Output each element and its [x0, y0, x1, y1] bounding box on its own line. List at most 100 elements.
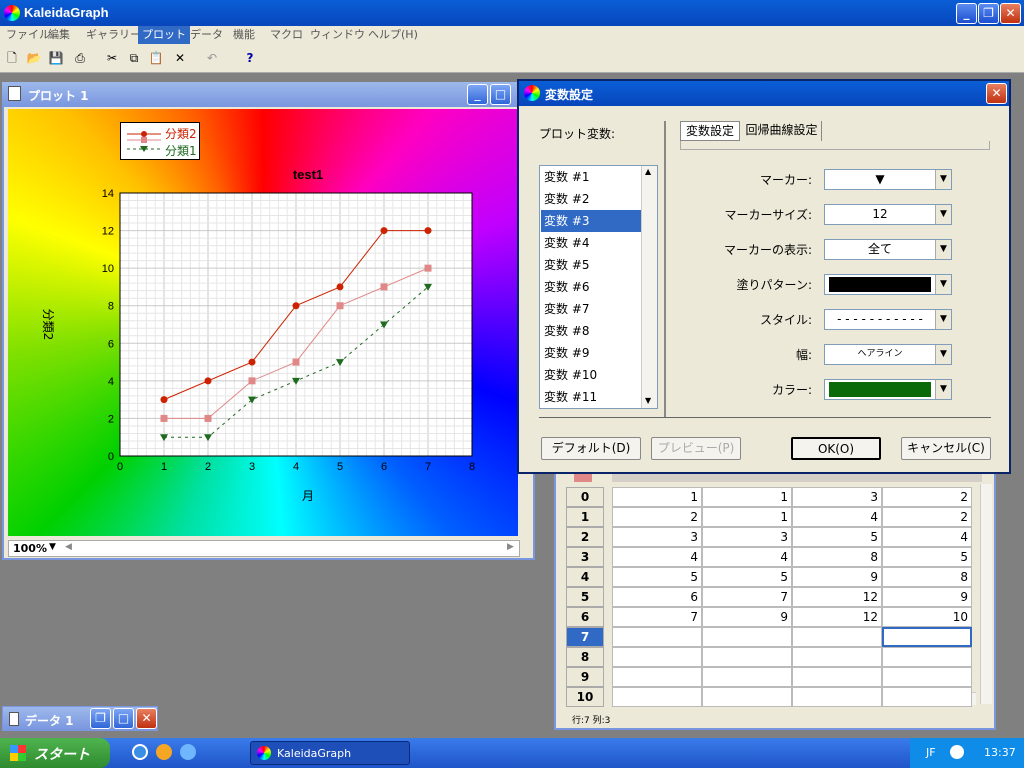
menu-gallery[interactable]: ギャラリー — [82, 26, 145, 44]
zoom-dropdown-icon[interactable]: ▼ — [49, 542, 56, 552]
tab-regression-settings[interactable]: 回帰曲線設定 — [742, 121, 822, 141]
marker-size-select[interactable]: 12 ▼ — [824, 204, 952, 225]
variable-item[interactable]: 変数 #9 — [541, 342, 641, 364]
table-cell[interactable] — [612, 627, 702, 647]
default-button[interactable]: デフォルト(D) — [541, 437, 641, 460]
chevron-down-icon[interactable]: ▼ — [935, 240, 951, 259]
variable-item[interactable]: 変数 #4 — [541, 232, 641, 254]
taskbar-app-button[interactable]: KaleidaGraph — [250, 741, 410, 765]
color-select[interactable]: ▼ — [824, 379, 952, 400]
cancel-button[interactable]: キャンセル(C) — [901, 437, 991, 460]
table-cell[interactable] — [792, 687, 882, 707]
table-cell[interactable] — [612, 687, 702, 707]
variable-item[interactable]: 変数 #10 — [541, 364, 641, 386]
row-header[interactable]: 3 — [566, 547, 604, 567]
scroll-left-icon[interactable]: ◀ — [65, 542, 72, 552]
table-cell[interactable]: 9 — [702, 607, 792, 627]
table-cell[interactable]: 5 — [702, 567, 792, 587]
table-cell[interactable] — [792, 667, 882, 687]
menu-edit[interactable]: 編集 — [44, 26, 74, 44]
variable-item[interactable]: 変数 #7 — [541, 298, 641, 320]
chevron-down-icon[interactable]: ▼ — [935, 310, 951, 329]
table-cell[interactable]: 7 — [612, 607, 702, 627]
plot-maximize-button[interactable]: □ — [490, 84, 511, 105]
table-cell[interactable]: 8 — [882, 567, 972, 587]
print-icon[interactable]: ⎙ — [70, 48, 90, 68]
table-cell[interactable]: 1 — [612, 487, 702, 507]
row-header[interactable]: 2 — [566, 527, 604, 547]
table-cell[interactable] — [882, 667, 972, 687]
marker-select[interactable]: ▼ ▼ — [824, 169, 952, 190]
data-close-button[interactable]: ✕ — [136, 708, 157, 729]
row-header[interactable]: 1 — [566, 507, 604, 527]
chevron-down-icon[interactable]: ▼ — [935, 275, 951, 294]
row-header[interactable]: 8 — [566, 647, 604, 667]
table-cell[interactable] — [882, 627, 972, 647]
restore-button[interactable]: ❐ — [978, 3, 999, 24]
table-cell[interactable]: 4 — [792, 507, 882, 527]
plot-minimize-button[interactable]: _ — [467, 84, 488, 105]
table-cell[interactable]: 5 — [792, 527, 882, 547]
scroll-right-icon[interactable]: ▶ — [507, 542, 514, 552]
row-header[interactable]: 5 — [566, 587, 604, 607]
quicklaunch-ie-icon[interactable] — [132, 744, 148, 760]
chevron-down-icon[interactable]: ▼ — [935, 380, 951, 399]
table-cell[interactable]: 5 — [612, 567, 702, 587]
table-cell[interactable] — [792, 647, 882, 667]
table-cell[interactable]: 1 — [702, 507, 792, 527]
table-cell[interactable]: 9 — [882, 587, 972, 607]
table-cell[interactable] — [702, 667, 792, 687]
variable-item[interactable]: 変数 #5 — [541, 254, 641, 276]
row-header[interactable]: 4 — [566, 567, 604, 587]
table-cell[interactable]: 10 — [882, 607, 972, 627]
table-cell[interactable] — [702, 687, 792, 707]
table-cell[interactable] — [702, 627, 792, 647]
table-cell[interactable] — [882, 647, 972, 667]
table-cell[interactable]: 5 — [882, 547, 972, 567]
table-cell[interactable]: 3 — [612, 527, 702, 547]
tray-help-icon[interactable] — [950, 745, 964, 759]
paste-icon[interactable]: 📋 — [146, 48, 166, 68]
table-cell[interactable] — [612, 667, 702, 687]
open-icon[interactable]: 📂 — [24, 48, 44, 68]
save-icon[interactable]: 💾 — [46, 48, 66, 68]
copy-icon[interactable]: ⧉ — [124, 48, 144, 68]
table-cell[interactable]: 1 — [702, 487, 792, 507]
table-cell[interactable]: 3 — [792, 487, 882, 507]
width-select[interactable]: ヘアライン ▼ — [824, 344, 952, 365]
table-cell[interactable] — [882, 687, 972, 707]
quicklaunch-browser-icon[interactable] — [180, 744, 196, 760]
data-window-minimized[interactable]: データ 1 ❐ □ ✕ — [2, 706, 158, 731]
chevron-down-icon[interactable]: ▼ — [935, 205, 951, 224]
delete-icon[interactable]: ✕ — [170, 48, 190, 68]
zoom-level[interactable]: 100% — [13, 542, 47, 555]
table-cell[interactable]: 2 — [612, 507, 702, 527]
data-restore-button[interactable]: ❐ — [90, 708, 111, 729]
table-cell[interactable] — [702, 647, 792, 667]
table-cell[interactable] — [792, 627, 882, 647]
data-maximize-button[interactable]: □ — [113, 708, 134, 729]
fill-pattern-select[interactable]: ▼ — [824, 274, 952, 295]
undo-icon[interactable]: ↶ — [202, 48, 222, 68]
chevron-down-icon[interactable]: ▼ — [935, 170, 951, 189]
preview-button[interactable]: プレビュー(P) — [651, 437, 741, 460]
table-cell[interactable]: 4 — [702, 547, 792, 567]
table-cell[interactable]: 6 — [612, 587, 702, 607]
table-cell[interactable]: 2 — [882, 507, 972, 527]
quicklaunch-media-icon[interactable] — [156, 744, 172, 760]
row-header[interactable]: 7 — [566, 627, 604, 647]
variable-item[interactable]: 変数 #8 — [541, 320, 641, 342]
start-button[interactable]: スタート — [0, 738, 110, 768]
variable-item[interactable]: 変数 #2 — [541, 188, 641, 210]
new-icon[interactable]: 🗋 — [2, 48, 22, 68]
menu-window[interactable]: ウィンドウ — [306, 26, 369, 44]
cut-icon[interactable]: ✂ — [102, 48, 122, 68]
language-indicator[interactable]: JF — [926, 746, 936, 759]
ok-button[interactable]: OK(O) — [791, 437, 881, 460]
table-cell[interactable]: 4 — [612, 547, 702, 567]
table-cell[interactable]: 4 — [882, 527, 972, 547]
variable-list[interactable]: 変数 #1 変数 #2 変数 #3 変数 #4 変数 #5 変数 #6 変数 #7 変数 #8… — [539, 165, 658, 409]
variable-item[interactable]: 変数 #6 — [541, 276, 641, 298]
table-cell[interactable]: 3 — [702, 527, 792, 547]
variable-item[interactable]: 変数 #3 — [541, 210, 641, 232]
